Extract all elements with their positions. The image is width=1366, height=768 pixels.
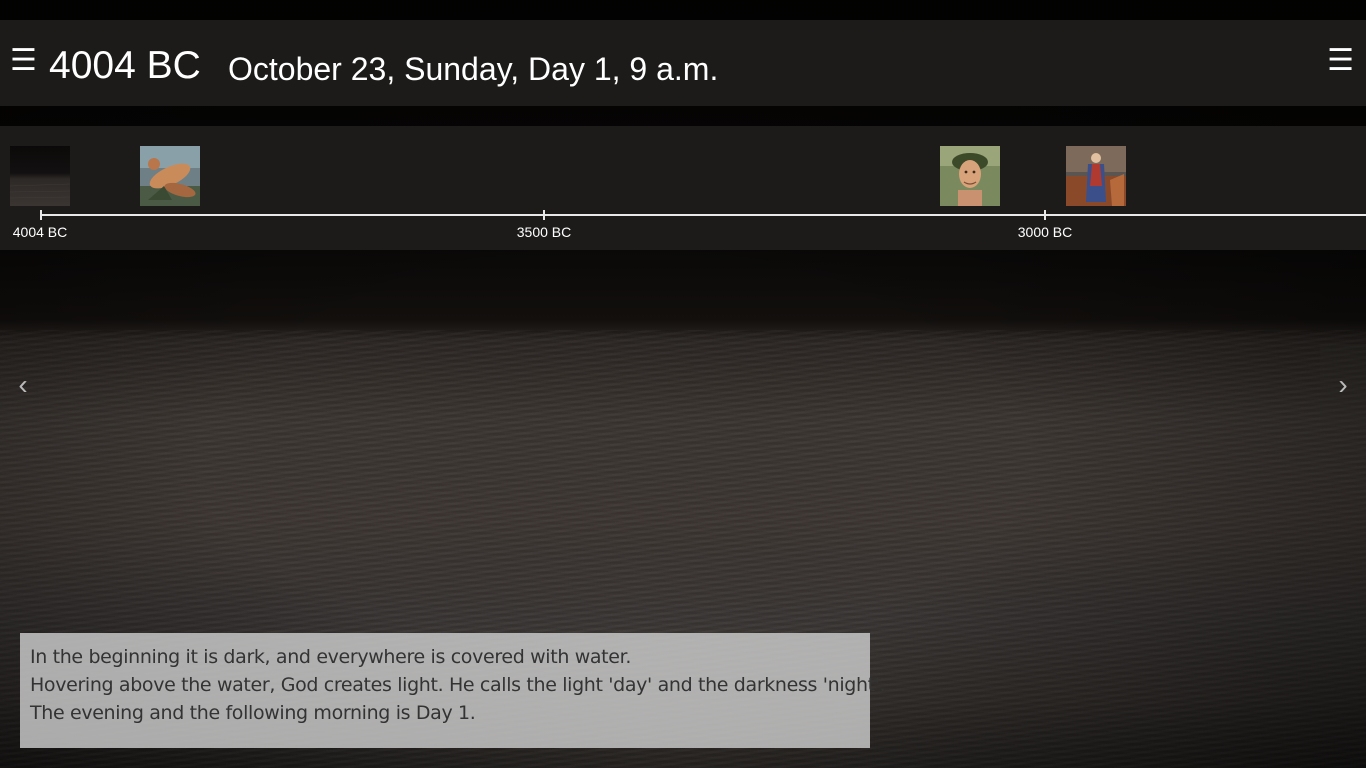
creation-painting-thumbnail[interactable] [140,146,200,206]
options-menu-icon[interactable]: ☰ [1324,46,1354,76]
previous-arrow-icon[interactable]: ‹ [0,344,46,426]
timeline-axis [40,214,1366,216]
date-title: October 23, Sunday, Day 1, 9 a.m. [228,51,719,87]
hamburger-menu-icon[interactable]: ☰ [10,46,40,76]
axis-label-3500bc: 3500 BC [516,224,572,240]
top-header: ☰ 4004 BC October 23, Sunday, Day 1, 9 a… [0,20,1366,106]
story-caption: In the beginning it is dark, and everywh… [20,633,886,748]
axis-label-4004bc: 4004 BC [12,224,68,240]
axis-label-3000bc: 3000 BC [1017,224,1073,240]
axis-tick [1044,210,1046,220]
axis-tick [40,210,42,220]
prophet-painting-thumbnail[interactable] [1066,146,1126,206]
next-arrow-icon[interactable]: › [1320,344,1366,426]
year-title: 4004 BC [49,44,201,87]
portrait-painting-thumbnail[interactable] [940,146,1000,206]
axis-tick [543,210,545,220]
caption-line-3: The evening and the following morning is… [30,702,476,724]
timeline-strip: 4004 BC 3500 BC 3000 BC [0,126,1366,250]
app-stage: ☰ 4004 BC October 23, Sunday, Day 1, 9 a… [0,0,1366,768]
dark-water-thumbnail[interactable] [10,146,70,206]
